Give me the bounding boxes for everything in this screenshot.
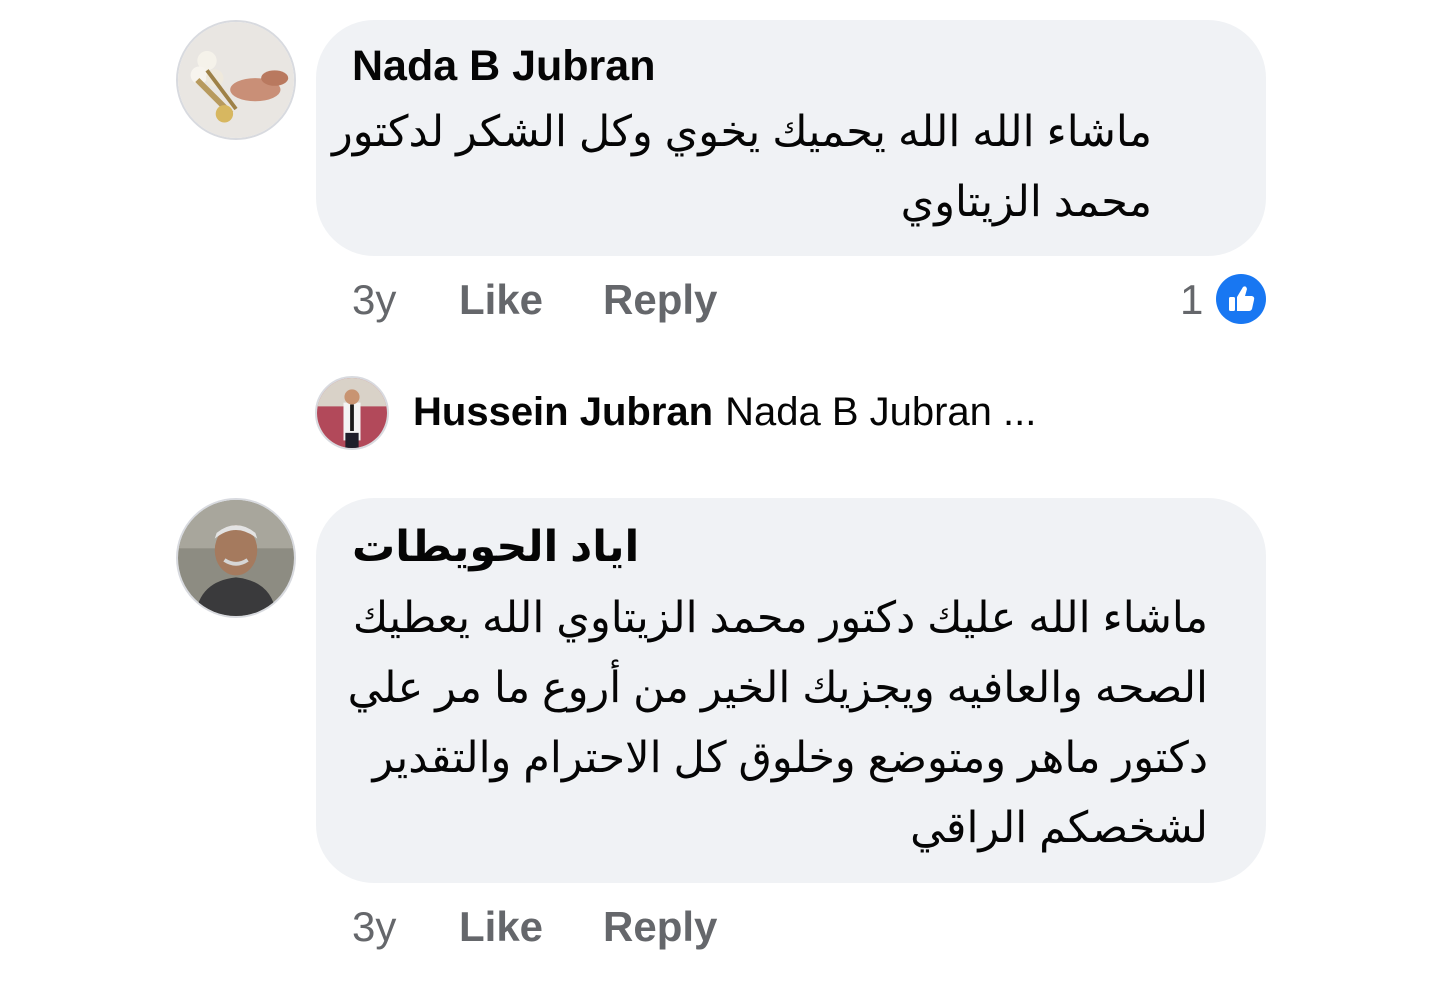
reply-action: Reply bbox=[603, 276, 717, 324]
reply-button[interactable]: Reply bbox=[603, 903, 717, 950]
comment-text: ماشاء الله عليك دكتور محمد الزيتاوي الله… bbox=[308, 583, 1208, 863]
like-button[interactable]: Like bbox=[459, 276, 543, 323]
comment-text-line: ماشاء الله الله يحميك يخوي وكل الشكر لدك… bbox=[332, 108, 1152, 156]
avatar-iyad-alhuwaitat[interactable] bbox=[176, 498, 296, 618]
like-action: Like bbox=[459, 276, 543, 324]
comment-timestamp[interactable]: 3y bbox=[352, 903, 396, 950]
avatar-hussein-jubran[interactable] bbox=[315, 376, 389, 450]
thumbs-up-icon bbox=[1229, 286, 1255, 311]
comment-timestamp[interactable]: 3y bbox=[352, 276, 396, 323]
reply-preview-row[interactable]: Hussein Jubran Nada B Jubran ... bbox=[413, 390, 1036, 435]
comment-author[interactable]: اياد الحويطات bbox=[352, 522, 639, 572]
reply-preview-text[interactable]: Nada B Jubran ... bbox=[725, 390, 1036, 434]
reaction-count[interactable]: 1 bbox=[1180, 276, 1203, 324]
reply-author[interactable]: Hussein Jubran bbox=[413, 390, 713, 434]
person-photo-icon bbox=[178, 500, 294, 616]
comment-meta: 3y bbox=[352, 903, 396, 951]
comment-text-line: محمد الزيتاوي bbox=[900, 178, 1152, 226]
like-action: Like bbox=[459, 903, 543, 951]
person-photo-icon bbox=[317, 378, 387, 448]
like-thumb-icon[interactable] bbox=[1216, 274, 1266, 324]
comment-text: ماشاء الله الله يحميك يخوي وكل الشكر لدك… bbox=[272, 97, 1152, 237]
comment-text-line: ماشاء الله عليك دكتور محمد الزيتاوي الله… bbox=[352, 594, 1208, 642]
comment-meta: 3y bbox=[352, 276, 396, 324]
comment-text-line: الصحه والعافيه ويجزيك الخير من أروع ما م… bbox=[347, 664, 1208, 712]
comment-author[interactable]: Nada B Jubran bbox=[352, 42, 655, 91]
reply-action: Reply bbox=[603, 903, 717, 951]
like-button[interactable]: Like bbox=[459, 903, 543, 950]
comment-text-line: دكتور ماهر ومتوضع وخلوق كل الاحترام والت… bbox=[372, 734, 1209, 782]
reply-button[interactable]: Reply bbox=[603, 276, 717, 323]
comments-thread: Nada B Jubran ماشاء الله الله يحميك يخوي… bbox=[0, 0, 1440, 983]
comment-text-line: لشخصكم الراقي bbox=[910, 804, 1208, 852]
